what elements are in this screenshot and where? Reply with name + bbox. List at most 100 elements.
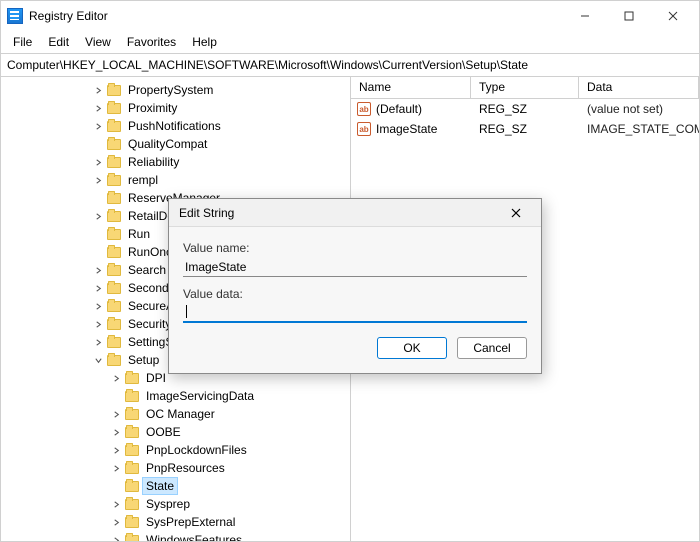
folder-icon (107, 229, 121, 240)
folder-icon (107, 337, 121, 348)
menubar: FileEditViewFavoritesHelp (1, 31, 699, 53)
folder-icon (125, 535, 139, 542)
tree-label: ImageServicingData (143, 388, 257, 404)
value-name-field[interactable] (183, 257, 527, 277)
chevron-right-icon[interactable] (91, 281, 105, 295)
folder-icon (107, 193, 121, 204)
chevron-right-icon[interactable] (109, 497, 123, 511)
tree-node-oc-manager[interactable]: OC Manager (11, 405, 350, 423)
folder-icon (125, 391, 139, 402)
no-expander (91, 227, 105, 241)
value-row[interactable]: ab(Default)REG_SZ(value not set) (351, 99, 699, 119)
menu-favorites[interactable]: Favorites (121, 33, 182, 51)
tree-node-proximity[interactable]: Proximity (11, 99, 350, 117)
tree-label: PushNotifications (125, 118, 224, 134)
tree-node-propertysystem[interactable]: PropertySystem (11, 81, 350, 99)
tree-label: PnpResources (143, 460, 228, 476)
col-header-data[interactable]: Data (579, 77, 699, 98)
cancel-button[interactable]: Cancel (457, 337, 527, 359)
tree-node-reliability[interactable]: Reliability (11, 153, 350, 171)
no-expander (91, 137, 105, 151)
chevron-right-icon[interactable] (91, 335, 105, 349)
tree-node-pushnotifications[interactable]: PushNotifications (11, 117, 350, 135)
tree-node-state[interactable]: State (11, 477, 350, 495)
chevron-right-icon[interactable] (109, 407, 123, 421)
chevron-right-icon[interactable] (91, 209, 105, 223)
chevron-right-icon[interactable] (91, 119, 105, 133)
value-data: IMAGE_STATE_COMPLETE (579, 122, 699, 136)
ok-button[interactable]: OK (377, 337, 447, 359)
menu-view[interactable]: View (79, 33, 117, 51)
tree-node-windowsfeatures[interactable]: WindowsFeatures (11, 531, 350, 541)
menu-edit[interactable]: Edit (42, 33, 75, 51)
tree-label: State (143, 478, 177, 494)
close-button[interactable] (651, 1, 695, 31)
value-name: (Default) (376, 102, 422, 116)
menu-help[interactable]: Help (186, 33, 223, 51)
chevron-right-icon[interactable] (109, 443, 123, 457)
chevron-right-icon[interactable] (109, 515, 123, 529)
folder-icon (107, 319, 121, 330)
value-type: REG_SZ (471, 122, 579, 136)
tree-node-rempl[interactable]: rempl (11, 171, 350, 189)
maximize-button[interactable] (607, 1, 651, 31)
value-data-field[interactable] (183, 303, 527, 323)
tree-label: WindowsFeatures (143, 532, 245, 541)
no-expander (91, 245, 105, 259)
tree-node-sysprepexternal[interactable]: SysPrepExternal (11, 513, 350, 531)
value-row[interactable]: abImageStateREG_SZIMAGE_STATE_COMPLETE (351, 119, 699, 139)
tree-label: DPI (143, 370, 169, 386)
chevron-right-icon[interactable] (109, 533, 123, 541)
tree-node-pnpresources[interactable]: PnpResources (11, 459, 350, 477)
chevron-right-icon[interactable] (91, 155, 105, 169)
chevron-right-icon[interactable] (91, 83, 105, 97)
chevron-down-icon[interactable] (91, 353, 105, 367)
tree-label: Search (125, 262, 169, 278)
chevron-right-icon[interactable] (109, 425, 123, 439)
tree-node-sysprep[interactable]: Sysprep (11, 495, 350, 513)
folder-icon (107, 247, 121, 258)
folder-icon (125, 445, 139, 456)
chevron-right-icon[interactable] (109, 371, 123, 385)
address-bar[interactable]: Computer\HKEY_LOCAL_MACHINE\SOFTWARE\Mic… (1, 53, 699, 77)
value-data-label: Value data: (183, 287, 527, 301)
folder-icon (107, 103, 121, 114)
tree-label: PropertySystem (125, 82, 216, 98)
window-title: Registry Editor (29, 9, 108, 23)
menu-file[interactable]: File (7, 33, 38, 51)
chevron-right-icon[interactable] (91, 263, 105, 277)
dialog-titlebar: Edit String (169, 199, 541, 227)
regedit-icon (7, 8, 23, 24)
folder-icon (107, 355, 121, 366)
folder-icon (125, 463, 139, 474)
folder-icon (107, 85, 121, 96)
titlebar: Registry Editor (1, 1, 699, 31)
tree-node-oobe[interactable]: OOBE (11, 423, 350, 441)
chevron-right-icon[interactable] (109, 461, 123, 475)
chevron-right-icon[interactable] (91, 101, 105, 115)
folder-icon (107, 121, 121, 132)
text-caret (186, 305, 187, 318)
dialog-close-button[interactable] (501, 201, 531, 225)
folder-icon (107, 211, 121, 222)
tree-node-imageservicingdata[interactable]: ImageServicingData (11, 387, 350, 405)
folder-icon (107, 139, 121, 150)
chevron-right-icon[interactable] (91, 317, 105, 331)
folder-icon (107, 283, 121, 294)
tree-label: Setup (125, 352, 162, 368)
minimize-button[interactable] (563, 1, 607, 31)
folder-icon (125, 481, 139, 492)
col-header-name[interactable]: Name (351, 77, 471, 98)
tree-node-qualitycompat[interactable]: QualityCompat (11, 135, 350, 153)
tree-label: QualityCompat (125, 136, 210, 152)
tree-label: Sysprep (143, 496, 193, 512)
chevron-right-icon[interactable] (91, 299, 105, 313)
no-expander (109, 389, 123, 403)
edit-string-dialog: Edit String Value name: Value data: OK C… (168, 198, 542, 374)
chevron-right-icon[interactable] (91, 173, 105, 187)
tree-label: OOBE (143, 424, 184, 440)
tree-label: Proximity (125, 100, 180, 116)
tree-node-pnplockdownfiles[interactable]: PnpLockdownFiles (11, 441, 350, 459)
folder-icon (125, 427, 139, 438)
col-header-type[interactable]: Type (471, 77, 579, 98)
